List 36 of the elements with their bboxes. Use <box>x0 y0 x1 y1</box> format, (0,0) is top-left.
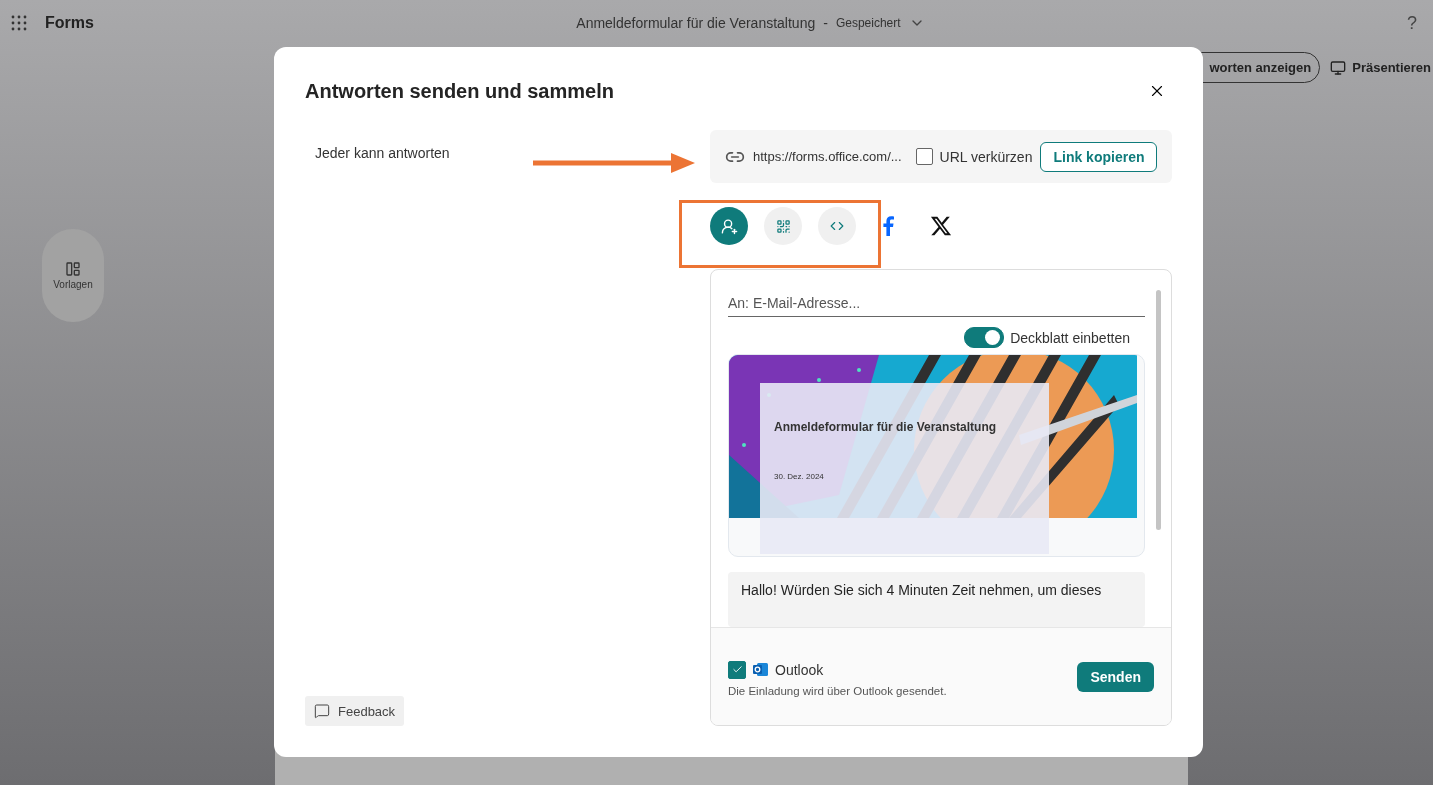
outlook-label: Outlook <box>775 661 824 678</box>
copy-link-button[interactable]: Link kopieren <box>1040 141 1158 172</box>
share-method-button[interactable] <box>764 207 802 245</box>
message-text[interactable]: Hallo! Würden Sie sich 4 Minuten Zeit nehmen, um dieses <box>728 571 1145 627</box>
monitor-icon <box>1330 59 1347 76</box>
cover-title: Anmeldeformular für die Veranstaltung <box>774 420 998 435</box>
form-url: https://forms.office.com/... <box>753 149 902 164</box>
save-status: Gespeichert <box>835 16 901 30</box>
x-logo-icon <box>930 215 952 237</box>
document-title: Anmeldeformular für die Veranstaltung <box>576 15 816 31</box>
cover-toggle[interactable] <box>964 327 1005 349</box>
audience-label: Jeder kann antworten <box>315 145 451 161</box>
templates-button[interactable]: Vorlagen <box>42 229 104 322</box>
outlook-caption: Die Einladung wird über Outlook gesendet. <box>728 684 947 697</box>
check-icon <box>731 664 743 675</box>
help-icon[interactable]: ? <box>1407 12 1423 34</box>
speech-bubble-icon <box>314 703 330 719</box>
toggle-label: Deckblatt einbetten <box>1010 329 1130 346</box>
outlook-icon <box>752 661 769 678</box>
qr-code-icon <box>775 218 791 234</box>
dialog-title: Antworten senden und sammeln <box>305 79 614 103</box>
facebook-icon <box>882 216 894 236</box>
shorten-url-checkbox[interactable]: URL verkürzen <box>915 148 1033 165</box>
app-launcher-icon[interactable] <box>11 15 27 31</box>
code-icon <box>830 219 844 233</box>
person-plus-icon <box>720 217 738 235</box>
outlook-checkbox[interactable] <box>728 660 746 679</box>
scrollbar[interactable] <box>1156 290 1161 530</box>
layout-icon <box>65 261 81 277</box>
title-separator: - <box>823 15 828 31</box>
feedback-button[interactable]: Feedback <box>305 696 405 726</box>
app-name: Forms <box>45 14 94 32</box>
present-button[interactable]: Präsentieren <box>1324 52 1433 83</box>
cover-date: 30. Dez. 2024 <box>774 472 825 482</box>
send-button[interactable]: Senden <box>1077 661 1154 692</box>
share-method-button[interactable] <box>710 207 748 245</box>
